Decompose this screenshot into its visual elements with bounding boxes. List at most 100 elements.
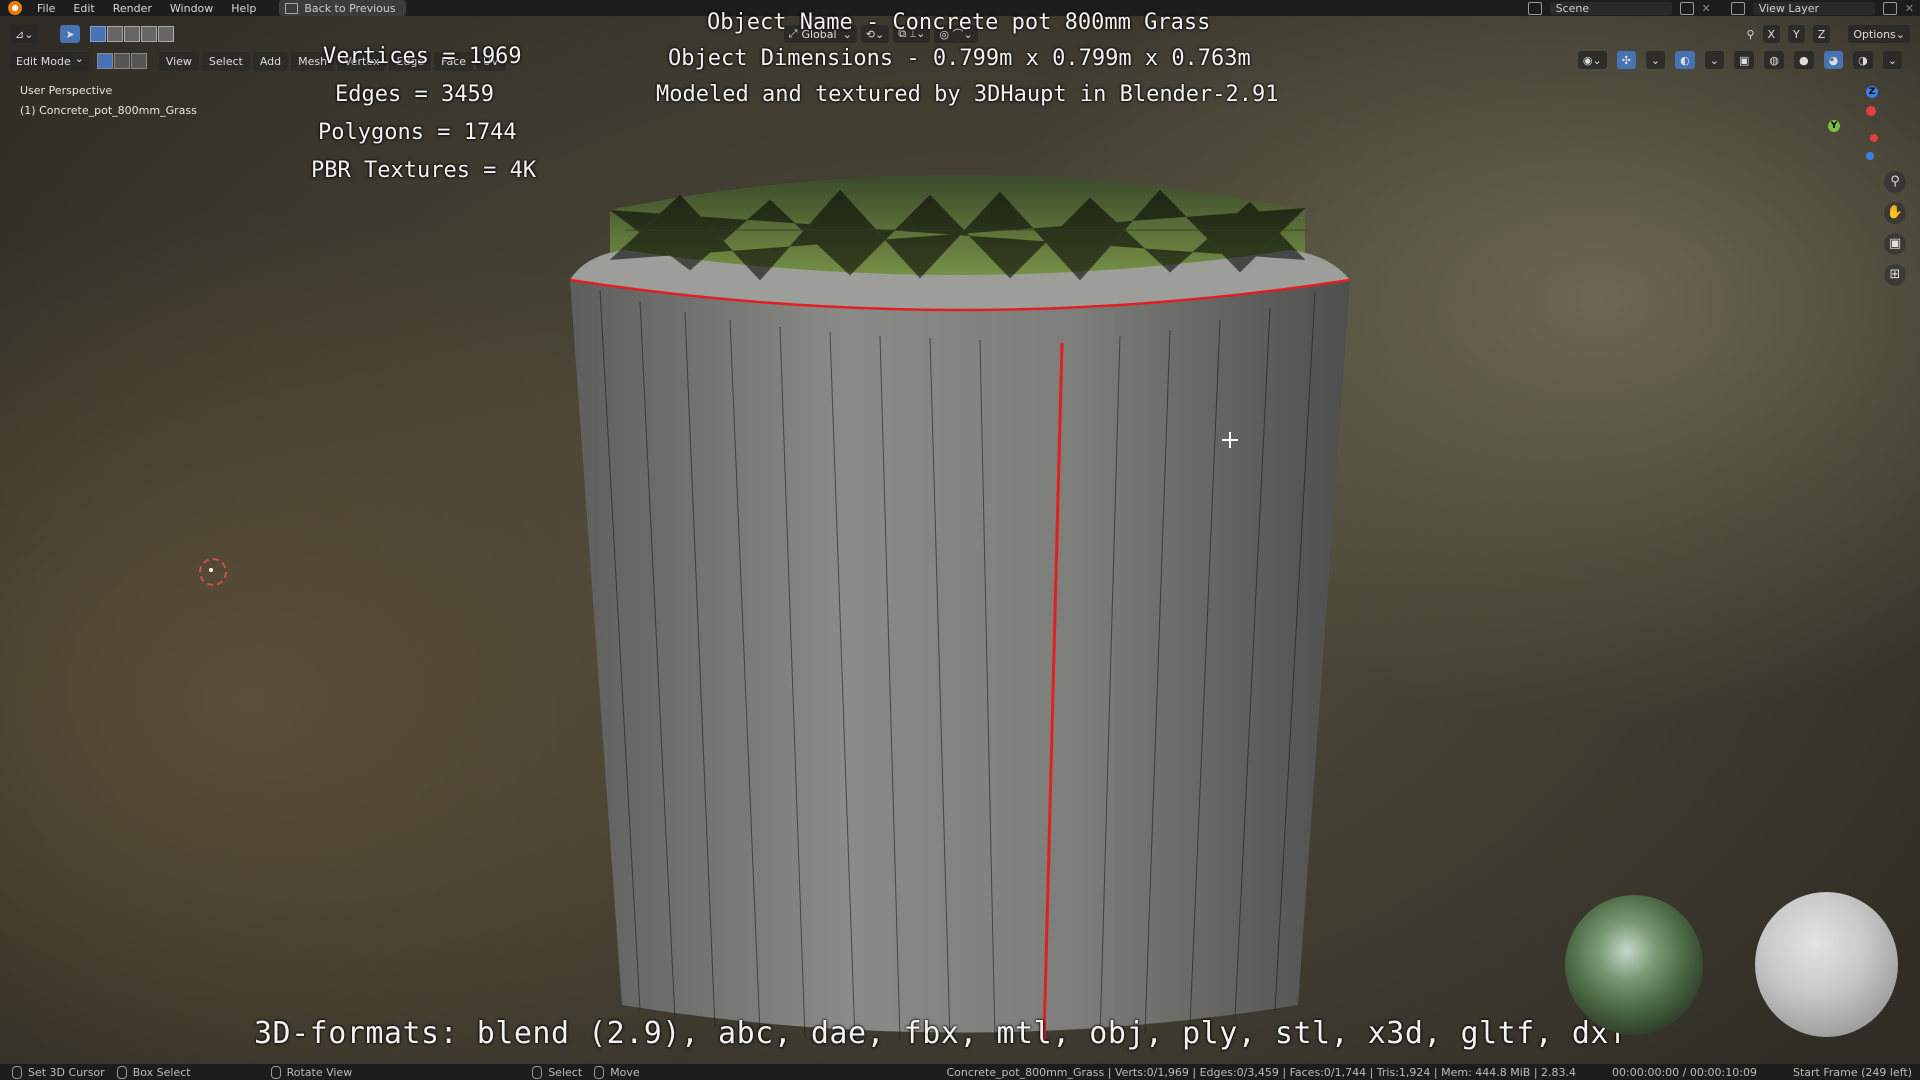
vertex-select-icon[interactable] [96, 53, 113, 69]
gizmo-x-axis[interactable] [1866, 106, 1876, 116]
mirror-icon: ⚲ [1746, 27, 1755, 41]
gizmo-neg-z[interactable] [1866, 152, 1874, 160]
formats-overlay: 3D-formats: blend (2.9), abc, dae, fbx, … [254, 1016, 1628, 1051]
view-layer-icon[interactable] [1730, 1, 1745, 15]
3d-cursor-icon[interactable] [199, 558, 227, 586]
solid-sphere-icon: ● [1798, 53, 1809, 67]
shading-wireframe[interactable]: ◍ [1764, 51, 1784, 69]
gizmo-dropdown[interactable]: ⌄ [1645, 51, 1666, 69]
polygons-count: Polygons = 1744 [318, 120, 517, 145]
edge-select-icon[interactable] [113, 53, 130, 69]
scene-label: Scene [1555, 1, 1590, 15]
mesh-select-mode [96, 53, 147, 69]
select-invert-icon[interactable] [140, 26, 157, 42]
new-view-layer-icon[interactable] [1882, 1, 1897, 15]
gizmo-y-axis[interactable]: Y [1828, 120, 1840, 132]
menu-view[interactable]: View [158, 51, 199, 71]
options-button[interactable]: Options ⌄ [1848, 25, 1910, 43]
mirror-axes: ⚲ X Y Z Options ⌄ [1746, 25, 1910, 43]
credit-overlay: Modeled and textured by 3DHaupt in Blend… [656, 82, 1279, 107]
top-right-controls: Scene ✕ View Layer ✕ [1527, 0, 1920, 16]
timecode: 00:00:00:00 / 00:00:10:09 [1612, 1065, 1757, 1079]
options-label: Options [1853, 27, 1896, 41]
chevron-down-icon: ⌄ [1650, 53, 1661, 67]
select-mode-group [89, 26, 174, 42]
status-move: Move [594, 1065, 640, 1079]
mouse-middle-icon [270, 1065, 281, 1079]
scene-icon[interactable] [1527, 1, 1542, 15]
axis-x-toggle[interactable]: X [1762, 25, 1781, 43]
zoom-icon[interactable]: ⚲ [1884, 171, 1906, 193]
move-label: Move [610, 1065, 640, 1079]
editor-type-button[interactable]: ⊿⌄ [10, 25, 39, 43]
view-layer-label: View Layer [1758, 1, 1820, 15]
pan-hand-icon[interactable]: ✋ [1884, 202, 1906, 224]
select-subtract-icon[interactable] [123, 26, 140, 42]
chevron-down-icon: ⌄ [1887, 53, 1897, 67]
grid-icon[interactable]: ⊞ [1884, 264, 1906, 286]
status-rotate: Rotate View [270, 1065, 353, 1079]
mode-label: Edit Mode [16, 54, 71, 68]
gizmo-icon: ✣ [1621, 53, 1631, 67]
screen-icon [285, 2, 299, 14]
box-select-label: Box Select [132, 1065, 191, 1079]
camera-icon[interactable]: ▣ [1884, 233, 1906, 255]
scene-field[interactable]: Scene [1549, 1, 1672, 15]
status-box-select: Box Select [116, 1065, 191, 1079]
cursor-arrow-icon: ➤ [65, 27, 75, 41]
shading-solid[interactable]: ● [1793, 51, 1814, 69]
menu-window[interactable]: Window [161, 2, 222, 15]
chevron-down-icon: ⌄ [1709, 53, 1719, 67]
select-extend-icon[interactable] [106, 26, 123, 42]
navigation-gizmo[interactable]: Z Y [1820, 86, 1900, 166]
menu-select[interactable]: Select [201, 51, 250, 71]
face-select-icon[interactable] [130, 53, 147, 69]
back-to-previous-button[interactable]: Back to Previous [279, 0, 406, 16]
shading-dropdown[interactable]: ⌄ [1882, 51, 1902, 69]
shading-rendered[interactable]: ◑ [1853, 51, 1873, 69]
visibility-dropdown[interactable]: ◉⌄ [1577, 51, 1607, 69]
menu-file[interactable]: File [28, 2, 64, 15]
shading-material[interactable]: ◕ [1823, 51, 1844, 69]
close-view-layer-icon[interactable]: ✕ [1905, 2, 1914, 15]
blender-logo-icon[interactable] [8, 1, 22, 15]
overlays-dropdown[interactable]: ⌄ [1704, 51, 1724, 69]
editor-type-icon: ⊿⌄ [15, 27, 34, 41]
axis-y-toggle[interactable]: Y [1788, 25, 1805, 43]
view-layer-field[interactable]: View Layer [1752, 1, 1875, 15]
xray-toggle[interactable]: ▣ [1733, 51, 1755, 69]
new-scene-icon[interactable] [1679, 1, 1694, 15]
rotate-view-label: Rotate View [286, 1065, 353, 1079]
rendered-sphere-icon: ◑ [1858, 53, 1868, 67]
gizmo-z-axis[interactable]: Z [1866, 86, 1878, 98]
select-new-icon[interactable] [89, 26, 106, 42]
object-name-overlay: Object Name - Concrete pot 800mm Grass [707, 10, 1211, 35]
select-intersect-icon[interactable] [157, 26, 174, 42]
overlays-icon: ◐ [1680, 53, 1690, 67]
mouse-drag-icon [116, 1065, 127, 1079]
menu-help[interactable]: Help [222, 2, 265, 15]
menu-edit[interactable]: Edit [64, 2, 103, 15]
gizmo-toggle[interactable]: ✣ [1616, 51, 1636, 69]
gizmo-neg-x[interactable] [1870, 134, 1878, 142]
object-dimensions-overlay: Object Dimensions - 0.799m x 0.799m x 0.… [668, 46, 1251, 71]
active-object-label: (1) Concrete_pot_800mm_Grass [20, 104, 197, 117]
scene-statistics: Concrete_pot_800mm_Grass | Verts:0/1,969… [946, 1065, 1577, 1079]
select-tool-button[interactable]: ➤ [60, 25, 80, 43]
close-scene-icon[interactable]: ✕ [1702, 2, 1711, 15]
hdri-preview-sphere [1565, 895, 1703, 1035]
concrete-pot-mesh[interactable] [570, 160, 1350, 1040]
select-label: Select [548, 1065, 583, 1079]
overlays-toggle[interactable]: ◐ [1675, 51, 1695, 69]
mouse-right-icon [532, 1065, 543, 1079]
start-frame-info: Start Frame (249 left) [1792, 1065, 1912, 1079]
material-preview-sphere [1755, 892, 1898, 1037]
set-cursor-label: Set 3D Cursor [28, 1065, 105, 1079]
menu-render[interactable]: Render [104, 2, 161, 15]
status-set-cursor: Set 3D Cursor [12, 1065, 105, 1079]
mode-dropdown[interactable]: Edit Mode [10, 51, 89, 71]
menu-add[interactable]: Add [252, 51, 289, 71]
axis-z-toggle[interactable]: Z [1812, 25, 1831, 43]
viewport-shading-controls: ◉⌄ ✣ ⌄ ◐ ⌄ ▣ ◍ ● ◕ ◑ ⌄ [1574, 51, 1902, 69]
mouse-crosshair-icon [1222, 432, 1238, 448]
